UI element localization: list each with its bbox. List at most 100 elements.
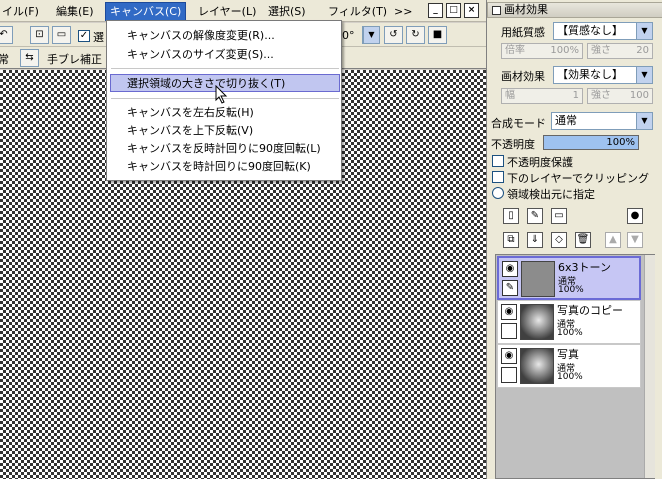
blend-mode-label: 合成モード [491,117,546,130]
opacity-label: 不透明度 [491,138,535,151]
menu-more[interactable]: >> [390,3,416,20]
menu-item-rotate-ccw[interactable]: キャンバスを反時計回りに90度回転(L) [127,140,321,157]
eye-icon[interactable]: ◉ [502,261,518,277]
strength-field-1: 強さ 20 [587,43,653,59]
brush-slot[interactable] [501,323,517,339]
blend-mode-dropdown[interactable]: 通常 ▼ [551,112,653,130]
layer-opacity: 100% [557,328,583,338]
trash-icon[interactable]: 🗑 [575,232,591,248]
maximize-icon[interactable]: □ [446,3,461,18]
region-source-label: 領域検出元に指定 [507,188,595,201]
brush-icon[interactable]: ✎ [502,280,518,296]
rotate-left-icon[interactable]: ↺ [384,26,403,44]
layer-row[interactable]: ◉ 写真のコピー 通常 100% [497,300,641,344]
magnification-field: 倍率 100% [501,43,583,59]
layer-list-scrollbar[interactable] [644,255,655,478]
panel-title-text: 画材効果 [504,3,548,16]
paper-texture-dropdown[interactable]: 【質感なし】 ▼ [553,22,653,40]
layer-mask-icon[interactable]: ● [627,208,643,224]
layer-list: ◉ ✎ 6x3トーン 通常 100% ◉ 写真のコピー 通常 100% ◉ 写真… [495,254,655,479]
layer-up-icon[interactable]: ▲ [605,232,621,248]
rotate-right-icon[interactable]: ↻ [406,26,425,44]
layer-down-icon[interactable]: ▼ [627,232,643,248]
new-layer-icon[interactable]: ▯ [503,208,519,224]
width-field: 幅 1 [501,88,583,104]
menu-select[interactable]: 選択(S) [264,3,310,20]
reset-view-icon[interactable]: ■ [428,26,447,44]
menu-item-flip-vertical[interactable]: キャンバスを上下反転(V) [127,122,253,139]
chevron-down-icon: ▼ [636,23,652,39]
copy-layer-icon[interactable]: ⧉ [503,232,519,248]
layer-opacity: 100% [557,372,583,382]
menu-item-flip-horizontal[interactable]: キャンバスを左右反転(H) [127,104,254,121]
selection-checkbox[interactable]: ✓ [78,30,90,42]
eye-icon[interactable]: ◉ [501,304,517,320]
menu-item-change-resolution[interactable]: キャンバスの解像度変更(R)... [127,27,275,44]
menu-layer[interactable]: レイヤー(L) [194,3,260,20]
protect-opacity-checkbox[interactable] [492,155,504,167]
menu-bar: イル(F) 編集(E) キャンバス(C) レイヤー(L) 選択(S) フィルタ(… [0,0,486,22]
close-icon[interactable]: × [464,3,479,18]
layer-row[interactable]: ◉ ✎ 6x3トーン 通常 100% [497,256,641,300]
new-raster-layer-icon[interactable]: ✎ [527,208,543,224]
strength-value: 20 [636,45,649,56]
angle-value: 0° [342,29,355,42]
eye-icon[interactable]: ◉ [501,348,517,364]
region-source-radio[interactable] [492,187,504,199]
strength-label: 強さ [591,45,611,56]
angle-dropdown[interactable]: ▼ [362,26,380,44]
width-label: 幅 [505,90,515,101]
right-panel: 画材効果 用紙質感 【質感なし】 ▼ 倍率 100% 強さ 20 画材効果 【効… [486,0,662,479]
undo-icon[interactable]: ↶ [0,26,13,44]
new-folder-icon[interactable]: ▭ [551,208,567,224]
layer-name: 写真 [557,348,579,361]
material-effect-label: 画材効果 [501,70,545,83]
merge-down-icon[interactable]: ⇓ [527,232,543,248]
menu-filter[interactable]: フィルタ(T) [324,3,391,20]
layer-name: 写真のコピー [557,304,623,317]
menu-file[interactable]: イル(F) [0,3,43,20]
layer-name: 6x3トーン [558,261,611,274]
clear-layer-icon[interactable]: ◇ [551,232,567,248]
layer-thumbnail [520,304,554,340]
menu-canvas[interactable]: キャンバス(C) [104,2,187,21]
layer-thumbnail [520,348,554,384]
blend-mode-value: 通常 [555,114,577,127]
layer-thumbnail [521,261,555,297]
menu-item-rotate-cw[interactable]: キャンバスを時計回りに90度回転(K) [127,158,311,175]
panel-title: 画材効果 [487,2,662,18]
chevron-down-icon: ▼ [636,67,652,83]
width-value: 1 [572,90,579,101]
collapse-icon[interactable] [492,6,501,15]
mouse-cursor-icon [215,85,228,104]
minimize-icon[interactable]: _ [428,3,443,18]
stabilizer-label: 手ブレ補正 [47,53,102,66]
magnification-label: 倍率 [505,45,525,56]
layer-row[interactable]: ◉ 写真 通常 100% [497,344,641,388]
magnification-value: 100% [550,45,579,56]
chevron-down-icon: ▼ [363,27,379,43]
menu-item-change-size[interactable]: キャンバスのサイズ変更(S)... [127,46,274,63]
selection-checkbox-label: 選 [93,31,104,44]
paper-texture-label: 用紙質感 [501,26,545,39]
brush-slot[interactable] [501,367,517,383]
clipping-checkbox[interactable] [492,171,504,183]
opacity-slider[interactable]: 100% [543,135,639,150]
menu-edit[interactable]: 編集(E) [52,3,98,20]
layer-toolbar: ▯ ✎ ▭ ● ⧉ ⇓ ◇ 🗑 ▲ ▼ [495,204,655,252]
material-effect-dropdown[interactable]: 【効果なし】 ▼ [553,66,653,84]
mode-label: 常 [0,53,9,66]
paper-texture-value: 【質感なし】 [557,24,623,37]
protect-opacity-label: 不透明度保護 [507,156,573,169]
canvas-menu-dropdown: キャンバスの解像度変更(R)... キャンバスのサイズ変更(S)... 選択領域… [106,20,342,181]
strength-field-2: 強さ 100 [587,88,653,104]
deselect-icon[interactable]: ⊡ [30,26,49,44]
select-all-icon[interactable]: ▭ [52,26,71,44]
clipping-label: 下のレイヤーでクリッピング [507,172,650,185]
strength-label: 強さ [591,90,611,101]
flip-view-icon[interactable]: ⇆ [20,49,39,67]
layer-opacity: 100% [558,285,584,295]
menu-item-crop-to-selection[interactable]: 選択領域の大きさで切り抜く(T) [127,75,285,92]
chevron-down-icon: ▼ [636,113,652,129]
strength-value: 100 [629,90,649,101]
